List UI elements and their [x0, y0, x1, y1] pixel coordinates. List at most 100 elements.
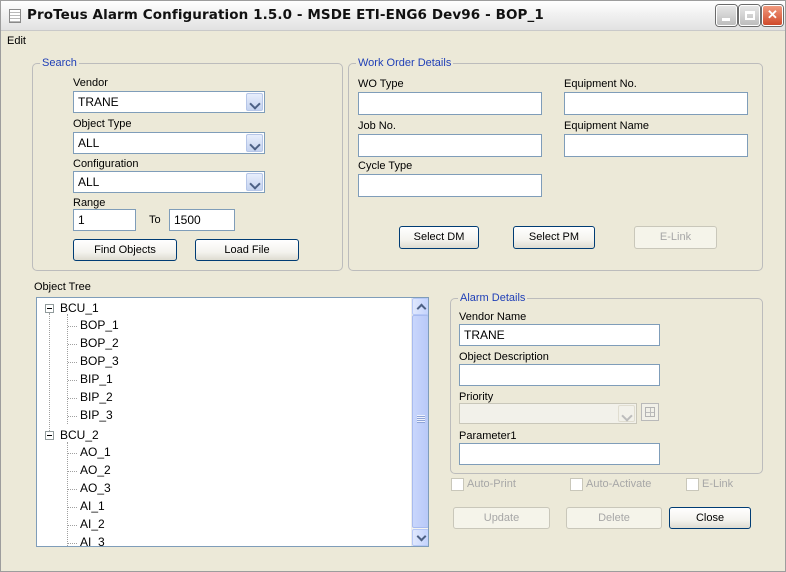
- window-title: ProTeus Alarm Configuration 1.5.0 - MSDE…: [27, 7, 544, 23]
- tree-node-bop-3[interactable]: BOP_3: [80, 354, 119, 372]
- configuration-label: Configuration: [73, 158, 139, 170]
- job-no-label: Job No.: [358, 120, 396, 132]
- tree-node-bip-2[interactable]: BIP_2: [80, 390, 113, 408]
- app-icon: [9, 9, 21, 23]
- chevron-down-icon[interactable]: [246, 173, 263, 191]
- equipment-name-label: Equipment Name: [564, 120, 649, 132]
- tree-node-ao-3[interactable]: AO_3: [80, 481, 111, 499]
- chevron-down-icon[interactable]: [618, 405, 635, 422]
- tree-node-ai-2[interactable]: AI_2: [80, 517, 105, 535]
- tree-node-bip-3[interactable]: BIP_3: [80, 408, 113, 426]
- auto-activate-label: Auto-Activate: [586, 478, 652, 490]
- cycle-type-label: Cycle Type: [358, 160, 413, 172]
- tree-connector: [68, 380, 77, 381]
- tree-node-ao-1[interactable]: AO_1: [80, 445, 111, 463]
- tree-scrollbar[interactable]: [411, 298, 428, 546]
- minimize-icon: [722, 18, 730, 21]
- menu-bar: Edit: [7, 35, 26, 51]
- close-icon: ✕: [767, 7, 778, 22]
- range-from-input[interactable]: 1: [73, 209, 136, 231]
- tree-connector: [68, 471, 77, 472]
- collapse-icon[interactable]: [45, 304, 54, 313]
- e-link-checkbox[interactable]: E-Link: [686, 478, 756, 492]
- tree-connector: [68, 489, 77, 490]
- tree-connector: [68, 362, 77, 363]
- tree-connector: [49, 313, 50, 433]
- tree-connector: [68, 326, 77, 327]
- tree-connector: [68, 507, 77, 508]
- find-objects-button[interactable]: Find Objects: [73, 239, 177, 261]
- range-to-input[interactable]: 1500: [169, 209, 235, 231]
- auto-print-checkbox[interactable]: Auto-Print: [451, 478, 531, 492]
- tree-connector: [68, 416, 77, 417]
- tree-node-ao-2[interactable]: AO_2: [80, 463, 111, 481]
- vendor-dropdown[interactable]: TRANE: [73, 91, 265, 113]
- object-tree-label: Object Tree: [34, 281, 91, 293]
- range-label: Range: [73, 197, 106, 209]
- equipment-no-label: Equipment No.: [564, 78, 637, 90]
- load-file-button[interactable]: Load File: [195, 239, 299, 261]
- alarm-details-group: Alarm Details Vendor Name TRANE Object D…: [450, 292, 763, 474]
- checkbox-box[interactable]: [686, 478, 699, 491]
- tree-node-ai-1[interactable]: AI_1: [80, 499, 105, 517]
- tree-connector: [68, 525, 77, 526]
- collapse-icon[interactable]: [45, 431, 54, 440]
- maximize-button[interactable]: [739, 5, 760, 26]
- tree-connector: [68, 398, 77, 399]
- tree-node-bip-1[interactable]: BIP_1: [80, 372, 113, 390]
- tree-node-label: BCU_2: [60, 428, 99, 442]
- priority-label: Priority: [459, 391, 494, 403]
- chevron-down-icon[interactable]: [246, 134, 263, 152]
- scroll-up-icon[interactable]: [412, 298, 428, 315]
- configuration-dropdown[interactable]: ALL: [73, 171, 265, 193]
- wo-type-input[interactable]: [358, 92, 542, 115]
- priority-dropdown[interactable]: [459, 403, 637, 424]
- equipment-no-input[interactable]: [564, 92, 748, 115]
- tree-node-label: BCU_1: [60, 301, 99, 315]
- update-button[interactable]: Update: [453, 507, 550, 529]
- select-pm-button[interactable]: Select PM: [513, 226, 595, 249]
- minimize-button[interactable]: [716, 5, 737, 26]
- title-bar[interactable]: ProTeus Alarm Configuration 1.5.0 - MSDE…: [1, 1, 785, 31]
- object-description-input[interactable]: [459, 364, 660, 386]
- tree-node-bop-1[interactable]: BOP_1: [80, 318, 119, 336]
- menu-edit[interactable]: Edit: [7, 35, 26, 47]
- checkbox-box[interactable]: [570, 478, 583, 491]
- work-order-group: Work Order Details WO Type Equipment No.…: [348, 57, 763, 271]
- close-window-button[interactable]: ✕: [762, 5, 783, 26]
- wo-type-label: WO Type: [358, 78, 404, 90]
- scrollbar-thumb[interactable]: [412, 315, 428, 528]
- search-legend: Search: [40, 57, 79, 69]
- close-button[interactable]: Close: [669, 507, 751, 529]
- tree-connector: [68, 344, 77, 345]
- app-window: ProTeus Alarm Configuration 1.5.0 - MSDE…: [0, 0, 786, 572]
- priority-picker-button[interactable]: [641, 403, 659, 421]
- checkbox-box[interactable]: [451, 478, 464, 491]
- tree-connector: [67, 442, 68, 546]
- scroll-down-icon[interactable]: [412, 529, 428, 546]
- tree-node-bop-2[interactable]: BOP_2: [80, 336, 119, 354]
- tree-node-ai-3[interactable]: AI_3: [80, 535, 105, 546]
- object-type-dropdown[interactable]: ALL: [73, 132, 265, 154]
- vendor-label: Vendor: [73, 77, 108, 89]
- grip-icon: [417, 415, 425, 423]
- search-group: Search Vendor TRANE Object Type ALL Conf…: [32, 57, 343, 271]
- cycle-type-input[interactable]: [358, 174, 542, 197]
- vendor-name-input[interactable]: TRANE: [459, 324, 660, 346]
- job-no-input[interactable]: [358, 134, 542, 157]
- configuration-value: ALL: [78, 175, 100, 189]
- e-link-label: E-Link: [702, 478, 734, 490]
- vendor-value: TRANE: [78, 95, 119, 109]
- parameter1-input[interactable]: [459, 443, 660, 465]
- auto-activate-checkbox[interactable]: Auto-Activate: [570, 478, 670, 492]
- tree-connector: [67, 314, 68, 424]
- e-link-button[interactable]: E-Link: [634, 226, 717, 249]
- maximize-icon: [745, 11, 755, 20]
- delete-button[interactable]: Delete: [566, 507, 662, 529]
- chevron-down-icon[interactable]: [246, 93, 263, 111]
- select-dm-button[interactable]: Select DM: [399, 226, 479, 249]
- object-tree[interactable]: BCU_1 BOP_1 BOP_2 BOP_3 BIP_1 BIP_2 BIP_…: [36, 297, 429, 547]
- equipment-name-input[interactable]: [564, 134, 748, 157]
- object-description-label: Object Description: [459, 351, 549, 363]
- object-type-value: ALL: [78, 136, 100, 150]
